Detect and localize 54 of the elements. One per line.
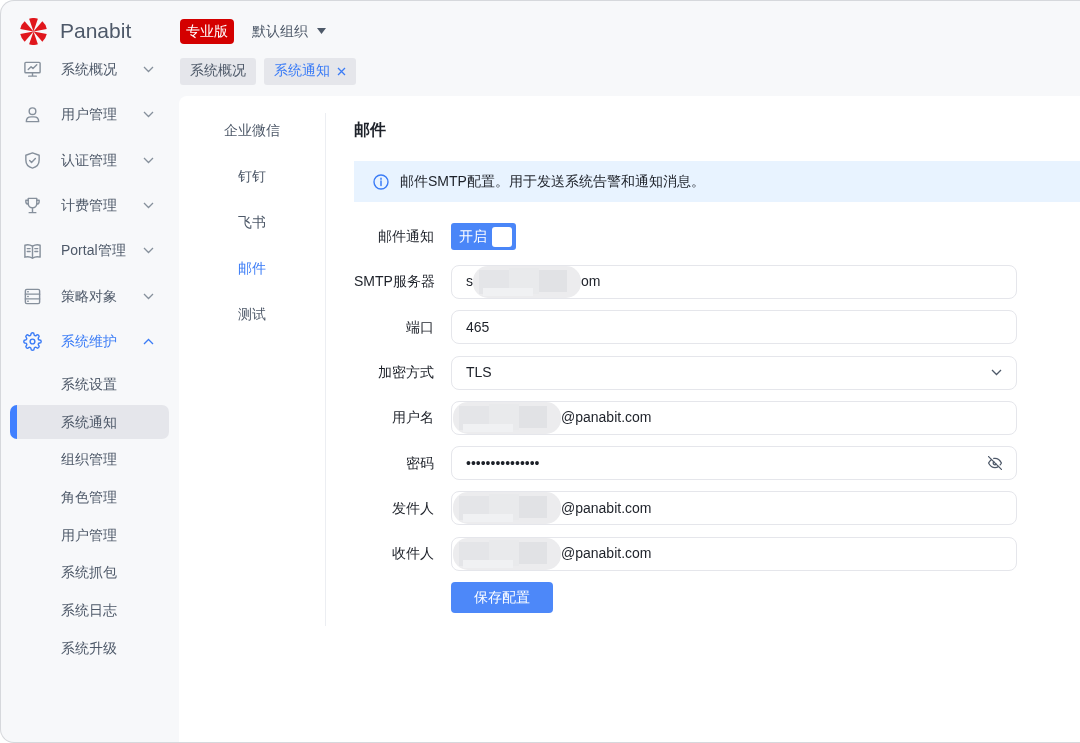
- alert-text: 邮件SMTP配置。用于发送系统告警和通知消息。: [400, 172, 705, 191]
- caret-icon: [317, 28, 326, 34]
- shield-check-icon: [23, 150, 42, 170]
- logo-icon: [20, 17, 47, 45]
- channel-tab[interactable]: 企业微信: [212, 113, 292, 147]
- field-label: 加密方式: [377, 363, 434, 383]
- open-book-icon: [23, 241, 42, 261]
- field-label: 收件人: [391, 544, 434, 564]
- sidebar-subitem[interactable]: 系统日志: [10, 593, 169, 628]
- sidebar-item[interactable]: 计费管理: [1, 182, 179, 229]
- trophy-icon: [23, 196, 42, 216]
- sidebar-subitem[interactable]: 系统升级: [10, 630, 169, 666]
- field-label: 发件人: [391, 498, 434, 518]
- field-label: 密码: [405, 453, 434, 473]
- monitor-chart-icon: [23, 60, 42, 80]
- text-field[interactable]: @panabit.com: [451, 536, 1017, 571]
- sidebar-subitem[interactable]: 系统设置: [10, 367, 169, 402]
- chevron-down-icon: [991, 369, 1002, 377]
- channel-tab[interactable]: 钉钉: [226, 159, 278, 193]
- password-field[interactable]: •••••••••••••••: [451, 446, 1017, 481]
- sidebar-item[interactable]: 系统概况: [1, 47, 179, 93]
- text-field[interactable]: 465: [451, 310, 1017, 345]
- select-field[interactable]: TLS: [451, 355, 1017, 390]
- sidebar-subitem[interactable]: 角色管理: [10, 480, 169, 515]
- field-label: SMTP服务器: [354, 272, 434, 292]
- tab[interactable]: 系统概况: [180, 58, 256, 85]
- sidebar-subitem[interactable]: 系统通知: [10, 404, 169, 440]
- sidebar-item[interactable]: 用户管理: [1, 92, 179, 138]
- channel-tab[interactable]: 测试: [226, 297, 278, 331]
- sidebar-item[interactable]: 认证管理: [1, 137, 179, 183]
- sidebar-subitem[interactable]: 组织管理: [10, 442, 169, 478]
- field-label: 端口: [405, 317, 434, 337]
- field-label: 用户名: [391, 408, 434, 428]
- sidebar-subitem[interactable]: 用户管理: [10, 517, 169, 553]
- server-rack-icon: [23, 286, 42, 306]
- close-icon[interactable]: [337, 67, 346, 76]
- sidebar-item[interactable]: 系统维护: [1, 318, 179, 365]
- field-label: 邮件通知: [377, 227, 434, 247]
- sidebar-item[interactable]: Portal管理: [1, 228, 179, 274]
- section-title: 邮件: [354, 120, 387, 140]
- info-icon: [373, 173, 389, 190]
- gear-icon: [23, 331, 42, 351]
- channel-tab[interactable]: 飞书: [226, 205, 278, 239]
- sidebar-item[interactable]: 策略对象: [1, 273, 179, 319]
- text-field[interactable]: s om: [451, 264, 1017, 299]
- text-field[interactable]: @panabit.com: [451, 400, 1017, 435]
- user-icon: [23, 105, 42, 125]
- org-selector[interactable]: 默认组织: [246, 18, 332, 44]
- channel-tab[interactable]: 邮件: [226, 251, 278, 285]
- sidebar-subitem[interactable]: 系统抓包: [10, 555, 169, 591]
- brand-name: Panabit: [60, 18, 132, 44]
- edition-badge: 专业版: [180, 18, 234, 44]
- text-field[interactable]: @panabit.com: [451, 491, 1017, 526]
- eye-slash-icon[interactable]: [988, 456, 1002, 471]
